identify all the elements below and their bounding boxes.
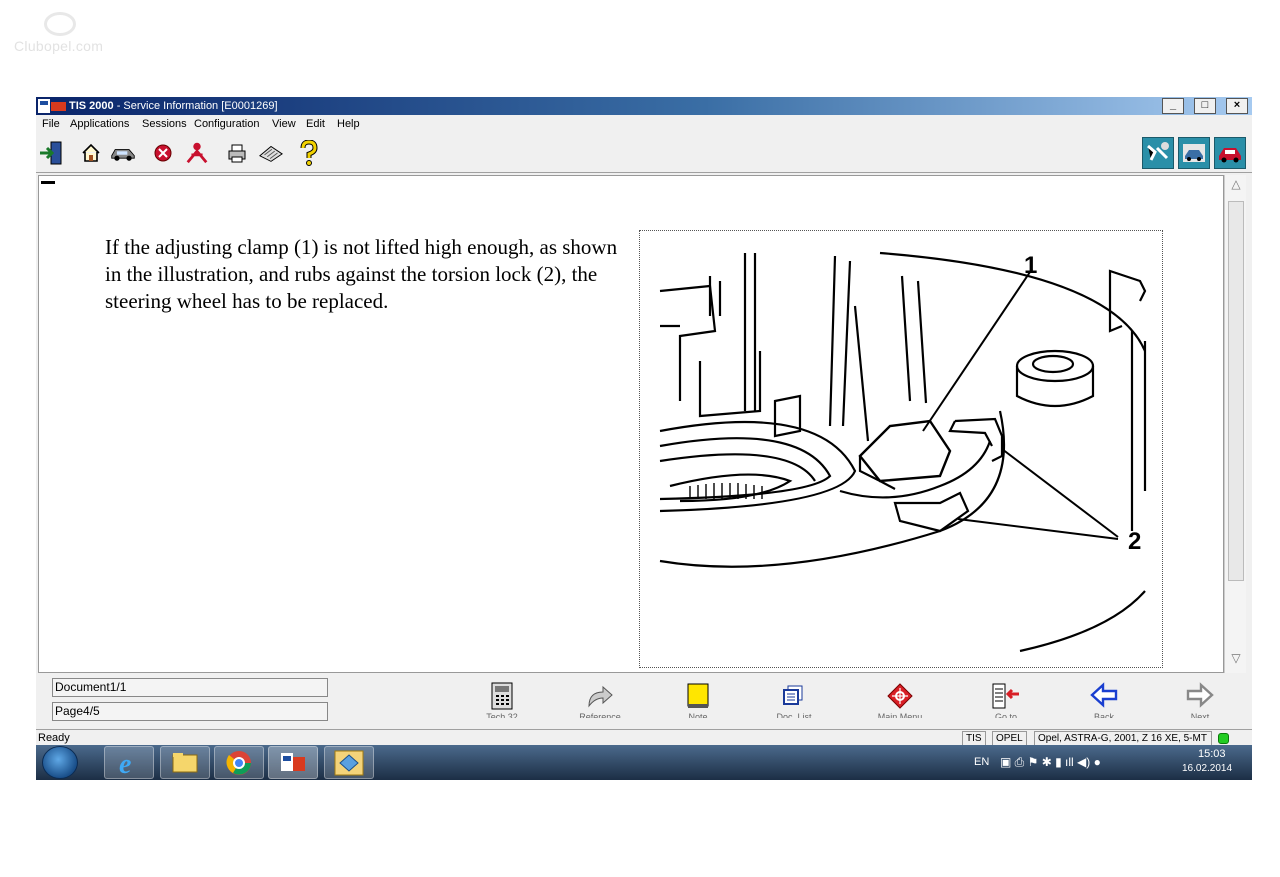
menu-edit[interactable]: Edit	[306, 115, 325, 133]
main-menu-button[interactable]: Main Menu	[870, 682, 930, 722]
toolbar	[36, 133, 1252, 173]
goto-button[interactable]: Go to	[976, 682, 1036, 722]
opel-logo-icon	[44, 12, 76, 36]
tech32-label: Tech 32	[486, 712, 518, 718]
steering-wheel-illustration: 1 2	[639, 230, 1163, 668]
app-icon[interactable]	[324, 746, 374, 779]
doc-list-label: Doc. List	[776, 712, 812, 718]
goto-icon	[992, 683, 1019, 709]
menu-view[interactable]: View	[272, 115, 296, 133]
system-tray: EN ▣ ⎙ ⚑ ✱ ▮ ıll ◀) ● 15:03 16.02.2014	[952, 745, 1252, 780]
tis-icon[interactable]	[268, 746, 318, 779]
status-cell-tis: TIS	[962, 731, 986, 746]
reference-button[interactable]: Reference	[570, 682, 630, 722]
status-cell-brand: OPEL	[992, 731, 1027, 746]
reference-arrow-icon	[588, 685, 613, 708]
tray-icons: ▣ ⎙ ⚑ ✱ ▮ ıll ◀) ●	[1000, 755, 1101, 769]
help-icon[interactable]	[296, 139, 322, 167]
stop-icon[interactable]	[150, 139, 176, 167]
start-button[interactable]	[42, 746, 78, 779]
menu-applications[interactable]: Applications	[70, 115, 129, 133]
title-bar: TIS 2000 - Service Information [E0001269…	[36, 97, 1252, 115]
callout-2: 2	[1128, 528, 1141, 555]
scroll-thumb[interactable]	[1228, 201, 1244, 581]
next-label: Next	[1190, 712, 1210, 718]
ie-icon[interactable]: e	[104, 746, 154, 780]
menu-sessions[interactable]: Sessions	[142, 115, 187, 133]
menu-bar: File Applications Sessions Configuration…	[36, 115, 1252, 133]
vehicle-icon[interactable]	[110, 139, 136, 167]
tis-window: TIS 2000 - Service Information [E0001269…	[36, 97, 1252, 780]
window-title-rest: - Service Information [E0001269]	[113, 100, 278, 112]
marker-line	[41, 181, 55, 184]
note-icon	[687, 683, 709, 708]
print-icon[interactable]	[224, 139, 250, 167]
watermark-text: Clubopel.com	[14, 38, 104, 54]
main-menu-icon	[887, 683, 913, 709]
back-icon	[1090, 682, 1118, 708]
window-title: TIS 2000 - Service Information [E0001269…	[69, 97, 278, 115]
illustration-drawing: 1 2	[659, 251, 1147, 653]
document-content: If the adjusting clamp (1) is not lifted…	[38, 175, 1224, 673]
watermark: Clubopel.com	[14, 10, 118, 56]
main-menu-label: Main Menu	[877, 712, 923, 718]
tools-icon[interactable]	[1142, 137, 1174, 169]
taskbar: e EN ▣ ⎙ ⚑ ✱ ▮ ıll ◀) ● 15:03 16.02.2014	[36, 745, 1252, 780]
clock-time: 15:03	[1198, 748, 1226, 760]
exit-icon[interactable]	[38, 139, 64, 167]
tech32-button[interactable]: Tech 32	[472, 682, 532, 722]
tis-app-icon	[38, 99, 66, 113]
window-title-app: TIS 2000	[69, 100, 114, 112]
menu-configuration[interactable]: Configuration	[194, 115, 259, 133]
scroll-up-icon[interactable]: △	[1227, 177, 1245, 197]
maximize-button[interactable]: □	[1194, 98, 1216, 114]
back-button[interactable]: Back	[1074, 682, 1134, 722]
bottom-panel: Document1/1 Page4/5 Tech 32 Reference No…	[36, 674, 1252, 726]
keyboard-icon[interactable]	[258, 139, 284, 167]
doc-list-icon	[783, 685, 803, 705]
language-indicator[interactable]: EN	[974, 756, 989, 768]
document-paragraph: If the adjusting clamp (1) is not lifted…	[105, 235, 618, 313]
vehicle-service-icon[interactable]	[1214, 137, 1246, 169]
callout-1: 1	[1024, 252, 1037, 279]
svg-text:e: e	[119, 749, 131, 778]
page-counter: Page4/5	[52, 702, 328, 721]
goto-label: Go to	[994, 712, 1017, 718]
home-icon[interactable]	[78, 139, 104, 167]
next-button[interactable]: Next	[1170, 682, 1230, 722]
status-indicator	[1218, 733, 1229, 744]
status-ready: Ready	[38, 732, 70, 744]
menu-file[interactable]: File	[42, 115, 60, 133]
note-label: Note	[688, 712, 708, 718]
scroll-down-icon[interactable]: ▽	[1227, 651, 1245, 671]
vehicle-view-icon[interactable]	[1178, 137, 1210, 169]
status-cell-vehicle: Opel, ASTRA-G, 2001, Z 16 XE, 5-MT	[1034, 731, 1212, 746]
doc-list-button[interactable]: Doc. List	[764, 682, 824, 722]
close-button[interactable]: ×	[1226, 98, 1248, 114]
back-label: Back	[1093, 712, 1114, 718]
menu-help[interactable]: Help	[337, 115, 360, 133]
note-button[interactable]: Note	[668, 682, 728, 722]
chrome-icon[interactable]	[214, 746, 264, 779]
next-icon	[1186, 682, 1214, 708]
vertical-scrollbar[interactable]: △ ▽	[1224, 175, 1246, 673]
explorer-icon[interactable]	[160, 746, 210, 779]
person-icon[interactable]	[184, 139, 210, 167]
clock-date: 16.02.2014	[1182, 763, 1233, 774]
calculator-icon	[491, 682, 513, 710]
reference-label: Reference	[579, 712, 621, 718]
document-counter: Document1/1	[52, 678, 328, 697]
minimize-button[interactable]: _	[1162, 98, 1184, 114]
